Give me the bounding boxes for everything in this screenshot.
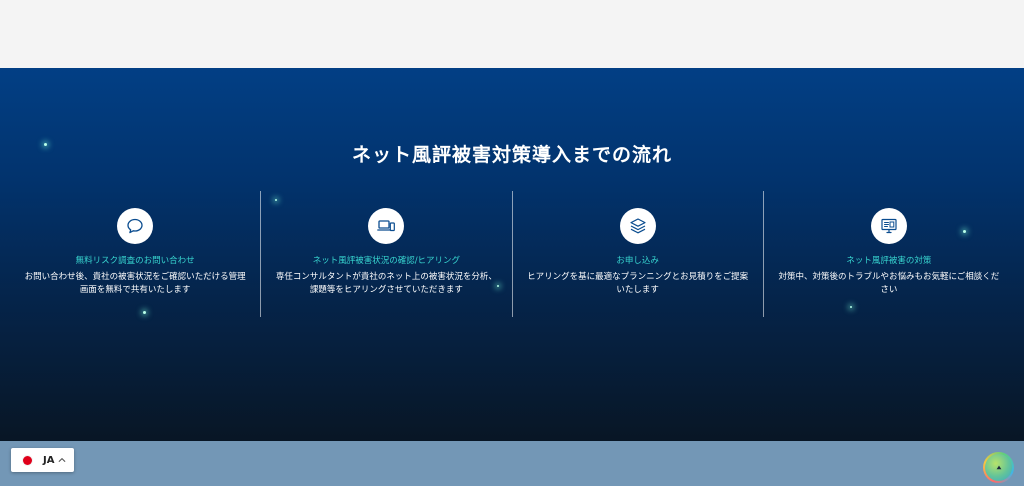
layers-icon	[619, 208, 656, 244]
language-switcher[interactable]: JA	[11, 448, 74, 472]
laptop-phone-icon	[368, 208, 405, 244]
flow-step-hearing: ネット風評被害状況の確認/ヒアリング 専任コンサルタントが貴社のネット上の被害状…	[260, 191, 511, 317]
flow-section: ネット風評被害対策導入までの流れ 無料リスク調査のお問い合わせ お問い合わせ後、…	[0, 68, 1024, 441]
step-description: 対策中、対策後のトラブルやお悩みもお気軽にご相談ください	[778, 272, 1000, 295]
flow-step-application: お申し込み ヒアリングを基に最適なプランニングとお見積りをご提案いたします	[511, 191, 763, 317]
language-label: JA	[43, 454, 55, 466]
step-description: ヒアリングを基に最適なプランニングとお見積りをご提案いたします	[527, 272, 749, 295]
scroll-to-top-inner	[985, 454, 1012, 481]
page: ネット風評被害対策導入までの流れ 無料リスク調査のお問い合わせ お問い合わせ後、…	[0, 0, 1024, 486]
section-title: ネット風評被害対策導入までの流れ	[351, 144, 672, 166]
step-description: お問い合わせ後、貴社の被害状況をご確認いただける管理画面を無料で共有いたします	[24, 272, 246, 295]
scroll-to-top-button[interactable]	[983, 452, 1014, 483]
chevron-up-icon	[58, 456, 66, 464]
arrow-up-icon	[996, 465, 1001, 469]
step-title: ネット風評被害状況の確認/ヒアリング	[312, 256, 461, 266]
japan-flag-icon	[23, 455, 32, 465]
flow-step-countermeasure: ネット風評被害の対策 対策中、対策後のトラブルやお悩みもお気軽にご相談ください	[762, 191, 1014, 317]
flow-steps: 無料リスク調査のお問い合わせ お問い合わせ後、貴社の被害状況をご確認いただける管…	[10, 191, 1014, 317]
step-title: ネット風評被害の対策	[846, 256, 932, 266]
footer-band	[0, 441, 1024, 486]
monitor-plan-icon	[870, 208, 907, 244]
top-blank-area	[0, 0, 1024, 68]
speech-bubble-icon	[117, 208, 154, 244]
flow-step-inquiry: 無料リスク調査のお問い合わせ お問い合わせ後、貴社の被害状況をご確認いただける管…	[10, 191, 260, 317]
step-title: 無料リスク調査のお問い合わせ	[75, 256, 195, 266]
step-description: 専任コンサルタントが貴社のネット上の被害状況を分析、課題等をヒアリングさせていた…	[275, 272, 497, 295]
step-title: お申し込み	[616, 256, 659, 266]
